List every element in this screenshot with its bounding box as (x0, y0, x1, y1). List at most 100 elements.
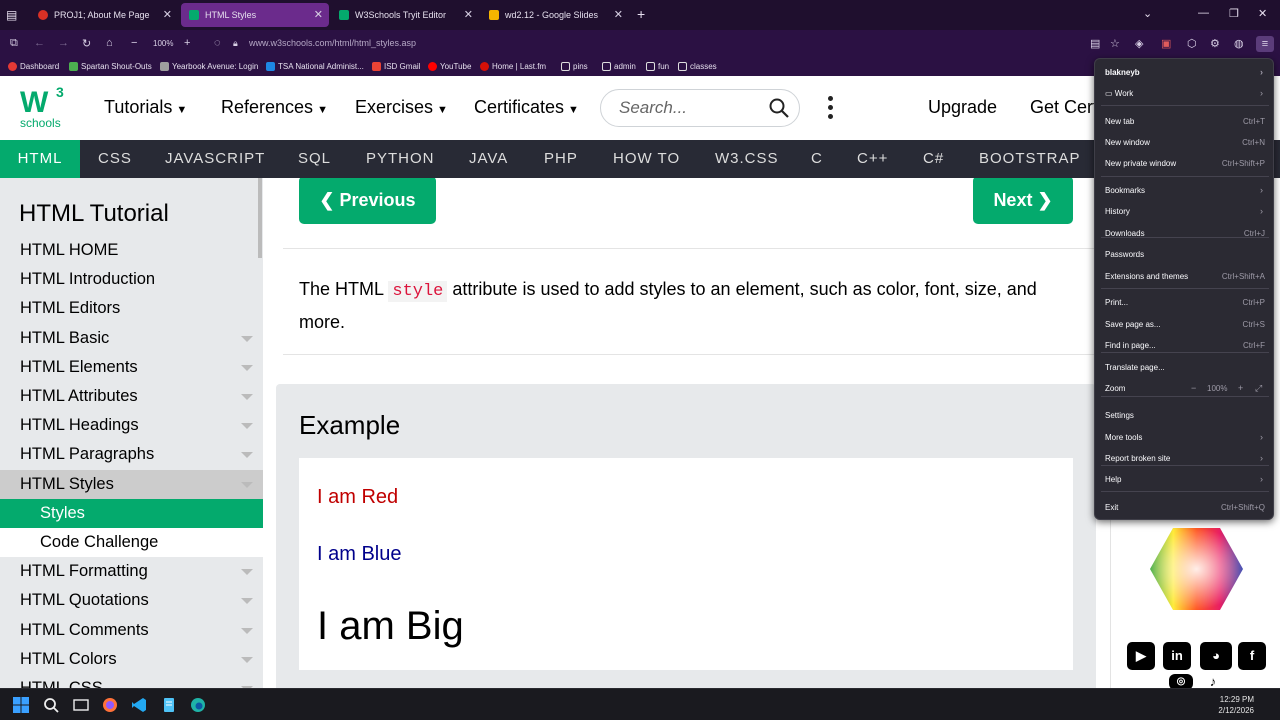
lock-icon[interactable]: 🔒︎ (233, 38, 238, 49)
close-tab-icon[interactable]: ✕ (464, 8, 473, 21)
sidebar-item-styles[interactable]: Styles (0, 498, 263, 528)
menu-work-container[interactable]: ▭ Work › (1105, 88, 1265, 98)
bookmark-folder-fun[interactable]: fun (646, 62, 669, 71)
nav-tutorials[interactable]: Tutorials ▼ (104, 97, 187, 118)
topic-sql[interactable]: SQL (298, 140, 331, 178)
upgrade-link[interactable]: Upgrade (928, 97, 997, 118)
list-all-tabs-icon[interactable]: ⌄ (1143, 7, 1152, 20)
close-tab-icon[interactable]: ✕ (314, 8, 323, 21)
edge-icon[interactable] (190, 697, 206, 713)
tiktok-icon[interactable]: ♪ (1203, 674, 1223, 688)
w3schools-logo[interactable]: W 3 schools (20, 84, 68, 132)
menu-profile[interactable]: blakneyb › (1105, 67, 1265, 77)
previous-button[interactable]: ❮ Previous (299, 178, 436, 224)
topic-bootstrap[interactable]: BOOTSTRAP (979, 140, 1081, 178)
extension-icon[interactable]: ◈ (1135, 37, 1143, 50)
app-menu-icon[interactable]: ≡ (1256, 36, 1274, 52)
topic-python[interactable]: PYTHON (366, 140, 435, 178)
bookmark-lastfm[interactable]: Home | Last.fm (480, 62, 546, 71)
expand-arrow-icon[interactable] (241, 452, 253, 459)
menu-item-passwords[interactable]: Passwords (1105, 250, 1265, 259)
menu-item-settings[interactable]: Settings (1105, 411, 1265, 420)
extension-badge-icon[interactable]: ▣ (1161, 37, 1171, 50)
zoom-level[interactable]: 100% (153, 39, 173, 48)
task-view-icon[interactable] (73, 697, 89, 713)
sidebar-item-html-basic[interactable]: HTML Basic (0, 324, 263, 353)
menu-item-new-tab[interactable]: New tab Ctrl+T (1105, 117, 1265, 126)
youtube-icon[interactable]: ▶ (1127, 642, 1155, 670)
tab-html-styles[interactable]: HTML Styles ✕ (181, 3, 329, 27)
topic-cpp[interactable]: C++ (857, 140, 888, 178)
firefox-icon[interactable] (102, 697, 118, 713)
sidebar-item-html-home[interactable]: HTML HOME (0, 236, 263, 265)
sidebar-item-html-css[interactable]: HTML CSS (0, 674, 263, 688)
topic-php[interactable]: PHP (544, 140, 578, 178)
menu-item-bookmarks[interactable]: Bookmarks › (1105, 185, 1265, 195)
get-certified-link[interactable]: Get Cert (1030, 97, 1098, 118)
close-tab-icon[interactable]: ✕ (614, 8, 623, 21)
linkedin-icon[interactable]: in (1163, 642, 1191, 670)
sidebar-item-html-colors[interactable]: HTML Colors (0, 645, 263, 674)
expand-arrow-icon[interactable] (241, 423, 253, 430)
search-input[interactable] (619, 98, 759, 118)
sidebar-item-html-attributes[interactable]: HTML Attributes (0, 382, 263, 411)
menu-item-find-in-page[interactable]: Find in page... Ctrl+F (1105, 341, 1265, 350)
forward-button[interactable]: → (58, 37, 69, 49)
home-button[interactable]: ⌂ (106, 37, 113, 49)
reader-view-icon[interactable]: ▤ (1090, 37, 1100, 50)
next-button[interactable]: Next ❯ (973, 178, 1073, 224)
fullscreen-icon[interactable]: ⤢ (1255, 383, 1262, 394)
bookmark-star-icon[interactable]: ☆ (1110, 37, 1120, 50)
nav-references[interactable]: References ▼ (221, 97, 328, 118)
minimize-button[interactable]: — (1198, 7, 1209, 19)
zoom-out-icon[interactable]: − (1191, 383, 1196, 393)
bookmark-folder-pins[interactable]: pins (561, 62, 588, 71)
windows-start-icon[interactable] (13, 697, 29, 713)
menu-item-exit[interactable]: Exit Ctrl+Shift+Q (1105, 503, 1265, 512)
facebook-icon[interactable]: f (1238, 642, 1266, 670)
bookmark-folder-admin[interactable]: admin (602, 62, 636, 71)
sidebar-toggle-icon[interactable]: ⧉ (10, 37, 18, 50)
settings-gear-icon[interactable]: ⚙ (1210, 37, 1220, 50)
tab-list-icon[interactable]: ▤ (6, 8, 20, 22)
topic-w3css[interactable]: W3.CSS (715, 140, 779, 178)
bookmark-dashboard[interactable]: Dashboard (8, 62, 59, 71)
back-button[interactable]: ← (34, 37, 45, 49)
sidebar-item-html-headings[interactable]: HTML Headings (0, 411, 263, 440)
tab-tryit-editor[interactable]: W3Schools Tryit Editor ✕ (331, 3, 479, 27)
topic-css[interactable]: CSS (98, 140, 132, 178)
search-icon[interactable] (43, 697, 59, 713)
menu-item-report-broken-site[interactable]: Report broken site › (1105, 453, 1265, 463)
new-tab-button[interactable]: + (637, 6, 645, 22)
sidebar-item-html-styles[interactable]: HTML Styles (0, 469, 263, 499)
sidebar-item-html-elements[interactable]: HTML Elements (0, 353, 263, 382)
menu-item-more-tools[interactable]: More tools › (1105, 432, 1265, 442)
discord-icon[interactable]: ◕ (1200, 642, 1232, 670)
sidebar-item-html-quotations[interactable]: HTML Quotations (0, 586, 263, 615)
expand-arrow-icon[interactable] (241, 481, 253, 488)
color-picker-hexagon-icon[interactable] (1149, 526, 1244, 612)
menu-item-translate-page[interactable]: Translate page... (1105, 363, 1265, 372)
bookmark-spartan[interactable]: Spartan Shout-Outs (69, 62, 152, 71)
sidebar-item-html-comments[interactable]: HTML Comments (0, 616, 263, 645)
instagram-icon[interactable]: ◎ (1169, 674, 1193, 688)
vscode-icon[interactable] (131, 697, 147, 713)
sidebar-item-code-challenge[interactable]: Code Challenge (0, 528, 263, 557)
topic-c[interactable]: C (811, 140, 823, 178)
extensions-puzzle-icon[interactable]: ⬡ (1187, 37, 1197, 50)
system-clock[interactable]: 12:29 PM 2/12/2026 (1218, 694, 1254, 716)
expand-arrow-icon[interactable] (241, 394, 253, 400)
zoom-in-button[interactable]: + (184, 37, 190, 49)
bookmark-youtube[interactable]: YouTube (428, 62, 471, 71)
menu-item-help[interactable]: Help › (1105, 474, 1265, 484)
menu-item-extensions-and-themes[interactable]: Extensions and themes Ctrl+Shift+A (1105, 272, 1265, 281)
close-tab-icon[interactable]: ✕ (163, 8, 172, 21)
menu-item-new-private-window[interactable]: New private window Ctrl+Shift+P (1105, 159, 1265, 168)
tab-google-slides[interactable]: wd2.12 - Google Slides ✕ (481, 3, 629, 27)
sidebar-item-html-editors[interactable]: HTML Editors (0, 294, 263, 323)
tab-proj1[interactable]: PROJ1; About Me Page ✕ (30, 3, 178, 27)
expand-arrow-icon[interactable] (241, 656, 253, 663)
bookmark-yearbook[interactable]: Yearbook Avenue: Login (160, 62, 258, 71)
sidebar-item-html-formatting[interactable]: HTML Formatting (0, 557, 263, 586)
zoom-value[interactable]: 100% (1207, 384, 1227, 393)
